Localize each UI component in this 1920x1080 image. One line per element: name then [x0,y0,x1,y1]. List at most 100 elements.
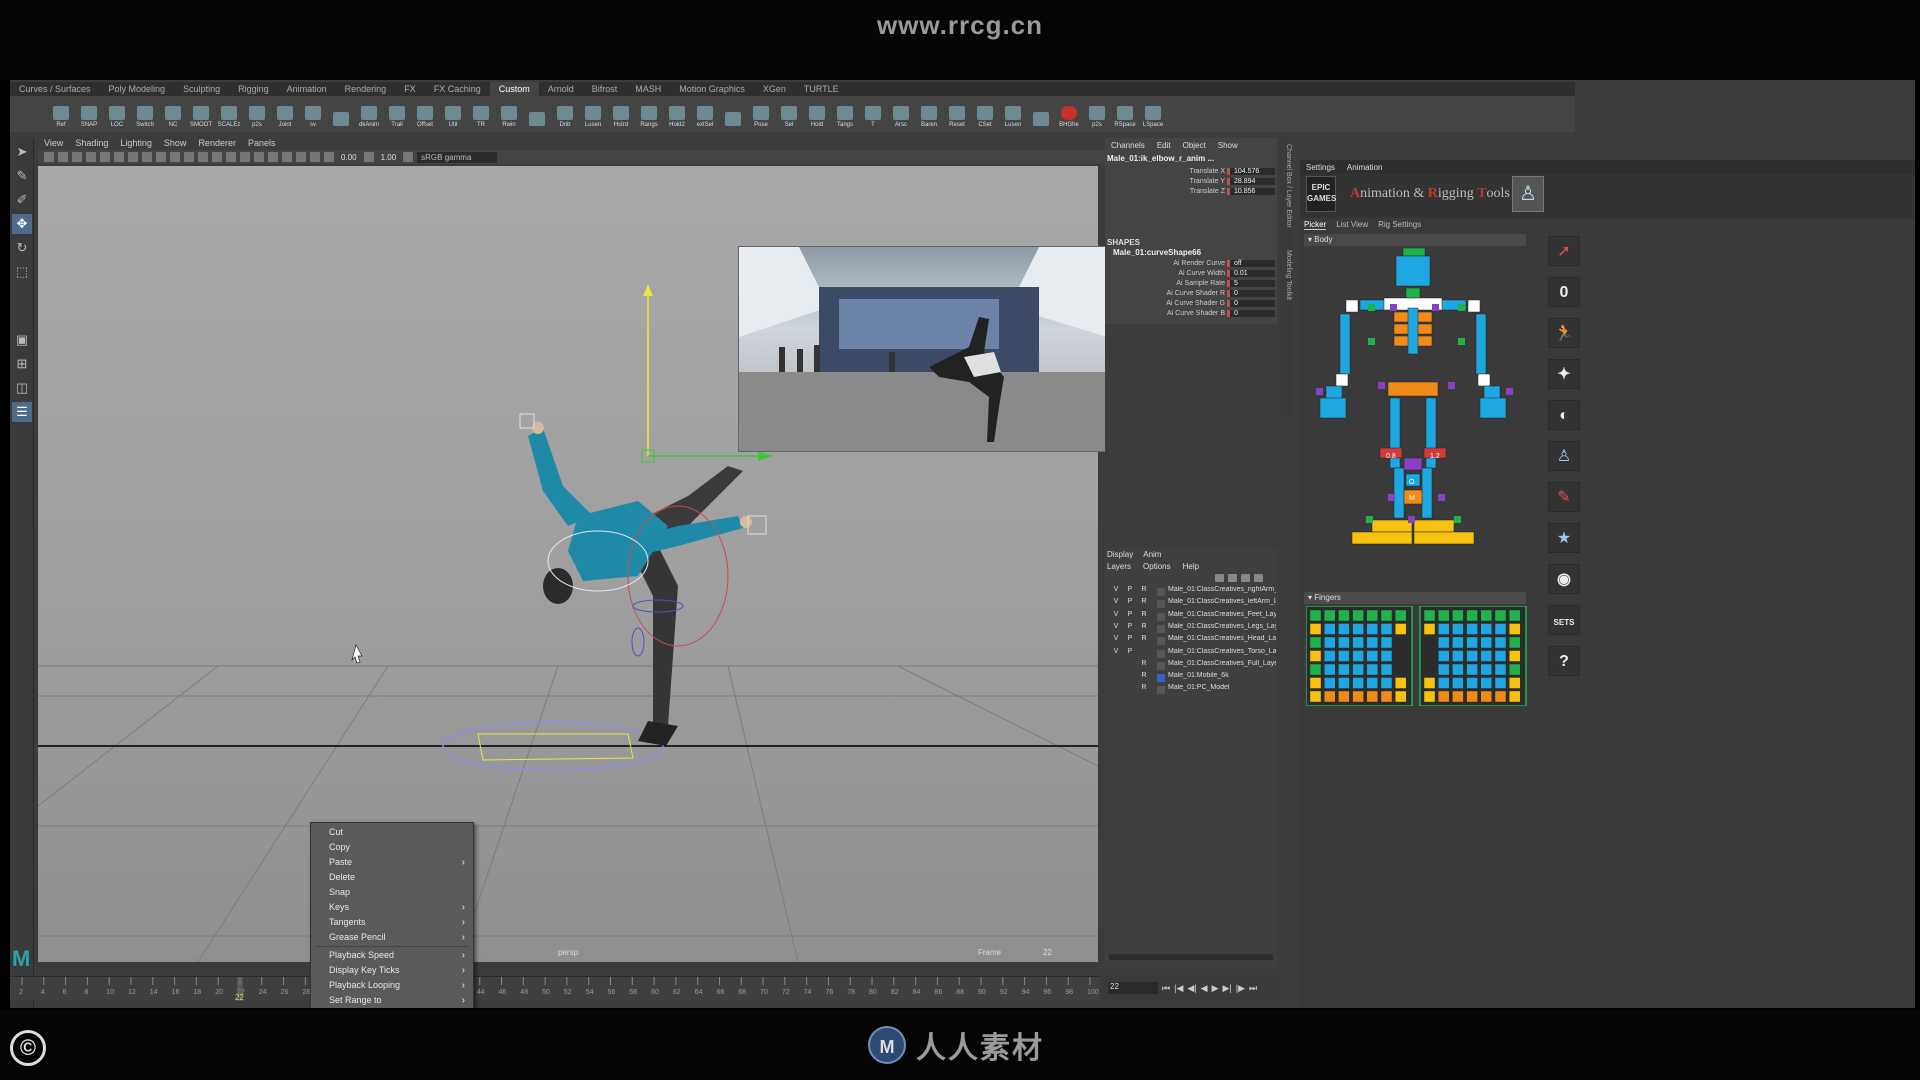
shelf-tab[interactable]: Poly Modeling [100,82,175,96]
layer-color-swatch[interactable] [1157,686,1165,695]
picker-neck[interactable] [1405,287,1421,299]
finger-control[interactable] [1466,663,1478,676]
finger-control[interactable] [1437,663,1450,676]
manipulator-x-arrow[interactable] [758,451,773,461]
finger-control[interactable] [1452,623,1464,635]
context-menu-item[interactable]: Display Key Ticks [311,963,473,978]
body-section-header[interactable]: ▾ Body [1304,234,1526,246]
finger-control[interactable] [1494,690,1507,703]
layer-row[interactable]: R Male_01:PC_Model [1105,684,1277,696]
shelf-button[interactable]: Util [442,100,464,128]
scale-tool-icon[interactable]: ⬚ [12,262,32,282]
layer-row[interactable]: R Male_01:ClassCreatives_Full_Layer [1105,660,1277,672]
shelf-button[interactable]: BHGhe [1058,100,1080,128]
layer-editor-menu[interactable]: Options [1143,562,1171,571]
finger-control[interactable] [1338,677,1350,689]
shadows-icon[interactable] [240,152,250,162]
shape-node-name[interactable]: Male_01:curveShape66 [1113,248,1201,257]
finger-control[interactable] [1480,623,1493,635]
camera-icon[interactable] [44,152,54,162]
art-menu[interactable]: Settings [1306,163,1335,172]
picker-shin-r[interactable] [1421,467,1433,519]
picker-head[interactable] [1402,248,1426,257]
layer-scrollbar[interactable] [1109,954,1273,960]
finger-control[interactable] [1352,636,1364,649]
picker-shin-l[interactable] [1393,467,1405,519]
finger-control[interactable] [1352,623,1364,635]
finger-control[interactable] [1324,677,1336,689]
shelf-button[interactable]: p2s [1086,100,1108,128]
finger-control[interactable] [1338,650,1350,662]
finger-control[interactable] [1394,690,1407,703]
finger-control[interactable] [1338,690,1350,703]
shelf-button[interactable]: SMOOT [190,100,212,128]
finger-control[interactable] [1508,650,1521,662]
reference-image-plane[interactable] [738,246,1106,452]
dof-icon[interactable] [282,152,292,162]
playback-button-icon[interactable]: ⏮ [1162,983,1170,994]
viewport-menu-lighting[interactable]: Lighting [120,138,152,150]
move-layer-down-icon[interactable] [1228,574,1237,582]
layer-row[interactable]: V P R Male_01:ClassCreatives_Feet_Layer [1105,611,1277,623]
picker-fk-control[interactable] [1408,516,1415,523]
shelf-button[interactable]: TR [470,100,492,128]
visibility-toggle[interactable]: V [1111,623,1121,630]
finger-control[interactable] [1309,623,1322,635]
context-menu-item[interactable]: Grease Pencil [311,930,473,945]
move-layer-up-icon[interactable] [1215,574,1224,582]
finger-control[interactable] [1466,650,1478,662]
shelf-button[interactable]: p2s [246,100,268,128]
shelf-button[interactable]: Trail [386,100,408,128]
shelf-button[interactable]: SCALEz [218,100,240,128]
side-tab-channel-box[interactable]: Channel Box / Layer Editor Modeling Tool… [1280,138,1292,418]
isolate-icon[interactable] [296,152,306,162]
finger-control[interactable] [1508,663,1521,676]
single-view-icon[interactable]: ▣ [12,330,32,350]
shelf-button[interactable] [526,100,548,128]
picker-fk-control[interactable] [1438,494,1445,501]
time-slider[interactable]: 2468101214161820222426283032343638404244… [10,976,1100,1001]
layer-row[interactable]: V P R Male_01:ClassCreatives_Head_Layer [1105,635,1277,647]
finger-control[interactable] [1380,663,1393,676]
shelf-button[interactable]: dkAnim [358,100,380,128]
channel-box-menu[interactable]: Channels [1111,141,1145,150]
playback-toggle[interactable]: P [1125,611,1135,618]
picker-fk-control[interactable] [1378,382,1385,389]
layer-color-swatch[interactable] [1157,661,1165,670]
finger-control[interactable] [1324,690,1336,703]
attribute-row[interactable]: Ai Curve Shader G0 [1105,300,1277,310]
finger-control[interactable] [1309,677,1322,689]
attribute-value[interactable]: 104.576 [1227,168,1275,175]
finger-control[interactable] [1380,609,1393,622]
help-icon[interactable]: ? [1548,646,1580,676]
playback-toggle[interactable]: P [1125,648,1135,655]
gamma-icon[interactable] [363,152,374,162]
layer-color-swatch[interactable] [1157,612,1165,621]
shelf-tab[interactable]: TURTLE [795,82,848,96]
layer-row[interactable]: VPR Male_01:ClassCreatives_leftArm_Laye [1105,598,1277,610]
shelf-tab[interactable]: XGen [754,82,795,96]
shelf-button[interactable]: Ref [50,100,72,128]
zero-pose-icon[interactable]: 0 [1548,277,1580,307]
character-thumbnail-button[interactable]: ♙ [1512,176,1544,212]
visibility-toggle[interactable]: V [1111,598,1121,605]
finger-control[interactable] [1494,677,1507,689]
shelf-button[interactable]: Arsc [890,100,912,128]
picker-fk-control[interactable] [1432,304,1439,311]
shelf-button[interactable]: T [862,100,884,128]
picker-fk-control[interactable] [1368,338,1375,345]
shelf-button[interactable]: NC [162,100,184,128]
shelf-button[interactable]: Tangs [834,100,856,128]
image-plane-icon[interactable] [86,152,96,162]
select-all-arrow-icon[interactable]: ➚ [1548,236,1580,266]
finger-control[interactable] [1494,636,1507,649]
shelf-button[interactable]: Dnb [554,100,576,128]
attribute-row[interactable]: Ai Curve Shader R0 [1105,290,1277,300]
viewport-menu-renderer[interactable]: Renderer [198,138,236,150]
shelf-tab[interactable]: Bifrost [583,82,627,96]
attribute-value[interactable]: 28.894 [1227,178,1275,185]
reference-toggle[interactable]: R [1139,623,1149,630]
shelf-button[interactable]: LOC [106,100,128,128]
finger-control[interactable] [1508,609,1521,622]
new-layer-selected-icon[interactable] [1254,574,1263,582]
